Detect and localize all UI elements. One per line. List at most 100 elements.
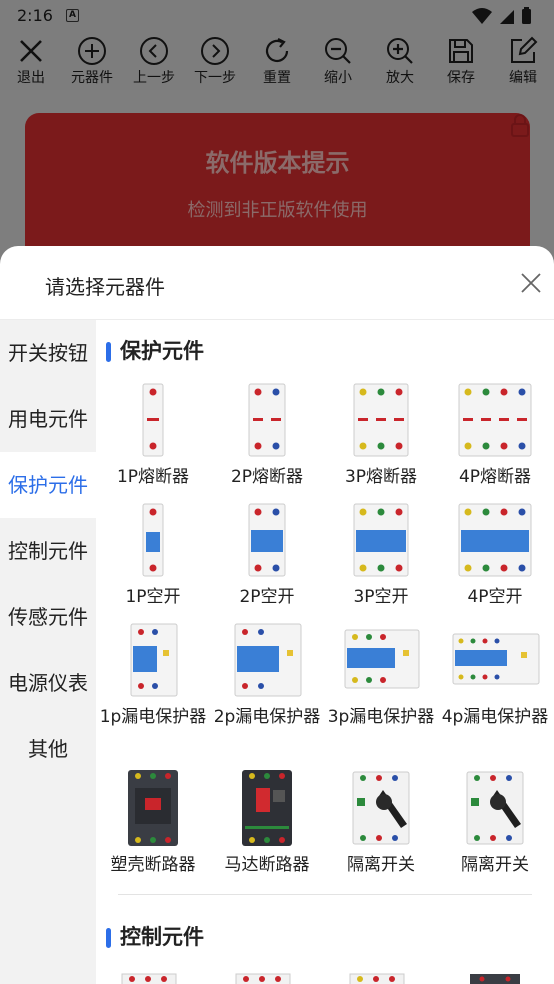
rcd-3p-image	[344, 629, 420, 689]
moulded-case-breaker-image	[128, 770, 178, 846]
control-item-preview-image	[235, 973, 291, 984]
component-item[interactable]: 2P熔断器	[210, 380, 324, 490]
component-picker-sheet: 请选择元器件 开关按钮 用电元件 保护元件 控制元件 传感元件 电源仪表 其他 …	[0, 246, 554, 984]
control-item-preview-image	[470, 974, 520, 984]
category-electrical-loads[interactable]: 用电元件	[0, 386, 96, 452]
component-label: 2P熔断器	[230, 467, 304, 487]
component-item[interactable]: 3P空开	[324, 500, 438, 610]
component-label: 1P空开	[125, 587, 181, 607]
sheet-title: 请选择元器件	[45, 275, 165, 299]
exit-button[interactable]: 退出	[1, 36, 61, 90]
refresh-icon	[265, 38, 289, 63]
close-icon[interactable]	[519, 271, 543, 295]
breaker-4p-image	[458, 503, 532, 577]
component-item[interactable]: 1P空开	[96, 500, 210, 610]
toolbar: 退出 元器件 上一步 下一步 重置 缩小 放大 保存 编辑	[0, 32, 554, 90]
component-label: 2P空开	[239, 587, 295, 607]
component-item[interactable]: 2p漏电保护器	[210, 620, 324, 730]
drawing-canvas[interactable]: 软件版本提示 检测到非正版软件使用	[0, 90, 554, 263]
component-label: 1P熔断器	[116, 467, 190, 487]
edit-button[interactable]: 编辑	[493, 36, 553, 90]
category-power-meters[interactable]: 电源仪表	[0, 650, 96, 716]
sheet-header: 请选择元器件	[0, 246, 554, 320]
fuse-3p-image	[353, 383, 409, 457]
component-label: 隔离开关	[347, 855, 415, 875]
motor-breaker-image	[242, 770, 292, 846]
component-item[interactable]: 马达断路器	[210, 768, 324, 878]
component-item[interactable]: 1p漏电保护器	[96, 620, 210, 730]
save-button[interactable]: 保存	[431, 36, 491, 90]
undo-button[interactable]: 上一步	[124, 36, 184, 90]
status-bar: 2:16 A	[0, 0, 554, 32]
fuse-4p-image	[458, 383, 532, 457]
component-label: 2p漏电保护器	[213, 707, 321, 727]
lock-icon[interactable]	[510, 114, 530, 138]
breaker-3p-image	[353, 503, 409, 577]
component-label: 3P空开	[353, 587, 409, 607]
components-label: 元器件	[71, 70, 113, 86]
component-label: 塑壳断路器	[110, 855, 196, 875]
zoom-in-button[interactable]: 放大	[370, 36, 430, 90]
component-item[interactable]: 1P熔断器	[96, 380, 210, 490]
category-sensors[interactable]: 传感元件	[0, 584, 96, 650]
component-item[interactable]: 隔离开关	[324, 768, 438, 878]
category-control[interactable]: 控制元件	[0, 518, 96, 584]
category-protection[interactable]: 保护元件	[0, 452, 96, 518]
component-item[interactable]: 4p漏电保护器	[438, 620, 552, 730]
category-other[interactable]: 其他	[0, 716, 96, 782]
zoom-out-label: 缩小	[324, 70, 352, 86]
chevron-left-circle-icon	[140, 37, 168, 65]
notice-text: 检测到非正版软件使用	[187, 200, 368, 221]
close-icon	[20, 40, 42, 62]
isolating-switch-image	[352, 771, 410, 845]
component-grid: 保护元件 1P熔断器 2P熔断器 3P熔断器 4P熔断器 1P空开 2P空开 3…	[96, 320, 554, 984]
zoom-in-icon	[387, 38, 413, 64]
zoom-out-icon	[325, 38, 351, 64]
notice-title: 软件版本提示	[205, 149, 350, 177]
fuse-2p-image	[248, 383, 286, 457]
section-title-control: 控制元件	[106, 924, 204, 950]
plus-circle-icon	[78, 37, 106, 65]
undo-label: 上一步	[133, 70, 175, 86]
component-item[interactable]: 塑壳断路器	[96, 768, 210, 878]
zoom-in-label: 放大	[386, 70, 414, 86]
component-label: 马达断路器	[224, 855, 310, 875]
component-item[interactable]: 隔离开关	[438, 768, 552, 878]
exit-label: 退出	[17, 70, 45, 86]
fuse-1p-image	[142, 383, 164, 457]
redo-button[interactable]: 下一步	[185, 36, 245, 90]
component-item[interactable]: 3p漏电保护器	[324, 620, 438, 730]
component-item[interactable]: 4P熔断器	[438, 380, 552, 490]
component-label: 4p漏电保护器	[441, 707, 549, 727]
category-switch-buttons[interactable]: 开关按钮	[0, 320, 96, 386]
chevron-right-circle-icon	[201, 37, 229, 65]
redo-label: 下一步	[194, 70, 236, 86]
rcd-1p-image	[130, 623, 178, 697]
edit-label: 编辑	[509, 70, 537, 86]
reset-button[interactable]: 重置	[247, 36, 307, 90]
section-divider	[118, 894, 532, 895]
component-item[interactable]: 2P空开	[210, 500, 324, 610]
zoom-out-button[interactable]: 缩小	[308, 36, 368, 90]
component-item[interactable]: 4P空开	[438, 500, 552, 610]
breaker-1p-image	[142, 503, 164, 577]
component-label: 3p漏电保护器	[327, 707, 435, 727]
reset-label: 重置	[263, 70, 291, 86]
save-label: 保存	[447, 70, 475, 86]
rcd-4p-image	[452, 633, 540, 685]
control-item-preview-image	[349, 973, 405, 984]
version-notice-banner: 软件版本提示 检测到非正版软件使用	[25, 113, 530, 263]
component-item[interactable]: 3P熔断器	[324, 380, 438, 490]
control-item-preview-image	[121, 973, 177, 984]
notification-a-icon: A	[66, 9, 79, 22]
component-label: 3P熔断器	[344, 467, 418, 487]
component-label: 1p漏电保护器	[99, 707, 207, 727]
component-label: 隔离开关	[461, 855, 529, 875]
status-time: 2:16	[17, 6, 53, 25]
component-label: 4P熔断器	[458, 467, 532, 487]
system-status-icons	[472, 7, 531, 24]
components-button[interactable]: 元器件	[62, 36, 122, 90]
section-title-protection: 保护元件	[106, 338, 204, 364]
save-icon	[449, 39, 473, 63]
component-label: 4P空开	[467, 587, 523, 607]
